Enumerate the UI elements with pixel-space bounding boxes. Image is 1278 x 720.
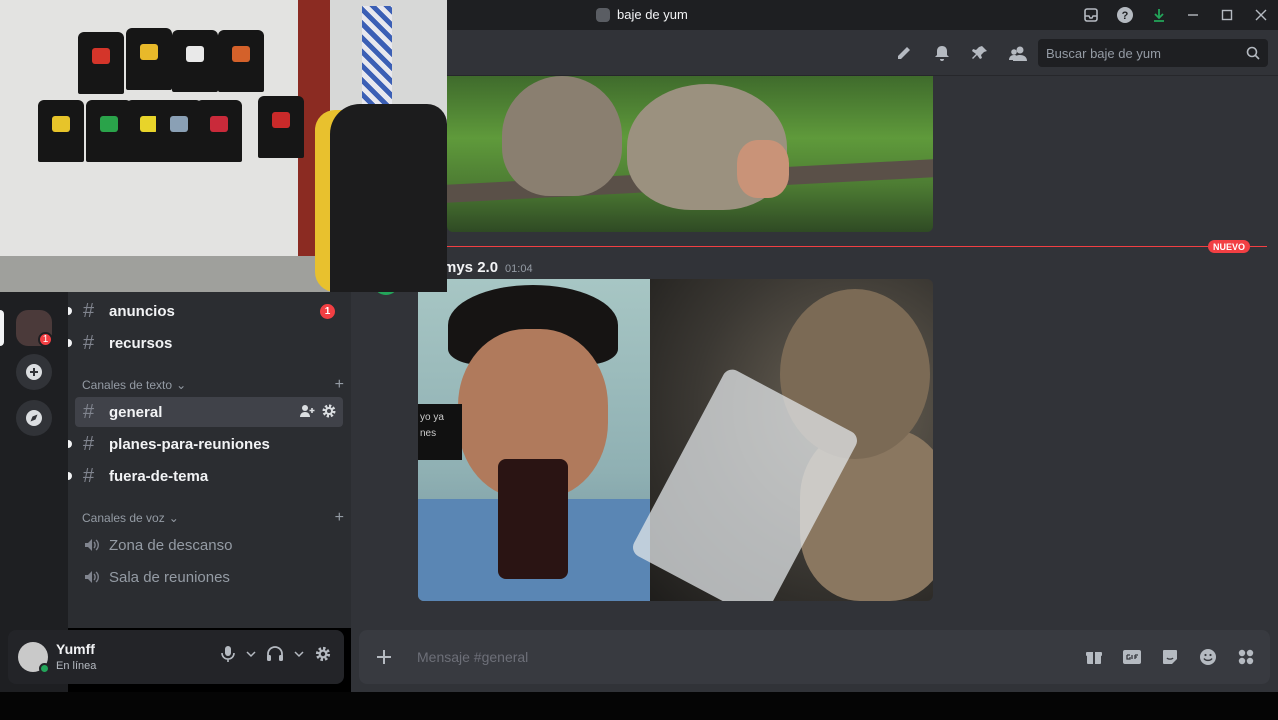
threads-icon[interactable]	[892, 42, 916, 64]
taskbar-strip	[0, 692, 1278, 720]
search-box[interactable]	[1038, 39, 1268, 67]
members-icon[interactable]	[1006, 42, 1030, 64]
category-label: Canales de texto	[82, 378, 173, 392]
channel-recursos[interactable]: # recursos	[68, 328, 343, 358]
message-author[interactable]: mys 2.0	[443, 259, 498, 276]
image-attachment-monkeys[interactable]	[447, 76, 933, 232]
image-attachment-meme[interactable]: yo ya nes	[418, 279, 933, 601]
inbox-icon[interactable]	[1074, 0, 1108, 30]
caption-line-2: nes	[420, 428, 437, 439]
category-voice-channels[interactable]: Canales de voz ⌄ +	[82, 509, 344, 527]
close-icon[interactable]	[1244, 0, 1278, 30]
apps-icon[interactable]	[1234, 645, 1258, 669]
new-messages-divider	[447, 246, 1267, 247]
channel-name: planes-para-reuniones	[109, 435, 270, 453]
hash-icon: #	[83, 432, 95, 455]
chevron-down-icon: ⌄	[176, 378, 187, 392]
window-title: baje de yum	[596, 7, 688, 22]
voice-channel-zona-de-descanso[interactable]: Zona de descanso	[75, 530, 343, 560]
caption-line-1: yo ya	[420, 412, 444, 423]
gif-icon[interactable]	[1120, 645, 1144, 669]
channel-name: Zona de descanso	[109, 536, 233, 554]
settings-gear-icon[interactable]	[314, 645, 332, 663]
category-text-channels[interactable]: Canales de texto ⌄ +	[82, 376, 344, 394]
sticker-icon[interactable]	[1158, 645, 1182, 669]
maximize-icon[interactable]	[1210, 0, 1244, 30]
voice-channel-sala-de-reuniones[interactable]: Sala de reuniones	[75, 562, 343, 592]
webcam-overlay	[0, 0, 447, 292]
server-mention-badge: 1	[38, 332, 53, 347]
search-icon	[1246, 46, 1260, 60]
microphone-icon[interactable]	[220, 645, 236, 663]
headphones-icon[interactable]	[266, 645, 284, 663]
hash-icon: #	[83, 299, 95, 322]
new-messages-badge: NUEVO	[1208, 240, 1251, 253]
search-input[interactable]	[1046, 45, 1246, 61]
message-composer[interactable]	[359, 630, 1270, 684]
channel-name: Sala de reuniones	[109, 568, 230, 586]
channel-name: anuncios	[109, 302, 175, 320]
help-icon[interactable]: ?	[1108, 0, 1142, 30]
channel-planes-para-reuniones[interactable]: # planes-para-reuniones	[68, 429, 343, 459]
category-label: Canales de voz	[82, 511, 165, 525]
chat-area: NUEVO mys 2.0 01:04 yo ya nes	[351, 76, 1278, 692]
chevron-down-icon[interactable]	[294, 650, 304, 658]
gift-icon[interactable]	[1082, 645, 1106, 669]
channel-sidebar: # anuncios 1 # recursos Canales de texto…	[68, 292, 351, 628]
add-channel-icon[interactable]: +	[335, 509, 344, 527]
add-attachment-button[interactable]	[371, 644, 397, 670]
user-panel: Yumff En línea	[8, 630, 344, 684]
channel-fuera-de-tema[interactable]: # fuera-de-tema	[68, 461, 343, 491]
gear-icon[interactable]	[321, 403, 337, 419]
minimize-icon[interactable]	[1176, 0, 1210, 30]
channel-general[interactable]: # general	[75, 397, 343, 427]
server-icon	[596, 7, 610, 22]
image-overlay-caption: yo ya nes	[418, 404, 462, 460]
download-icon[interactable]	[1142, 0, 1176, 30]
bell-icon[interactable]	[930, 42, 954, 64]
hash-icon: #	[83, 464, 95, 487]
message-timestamp: 01:04	[505, 263, 533, 275]
active-server-indicator	[0, 310, 4, 346]
chevron-down-icon: ⌄	[168, 511, 179, 525]
pin-icon[interactable]	[968, 42, 992, 64]
online-status-dot	[39, 663, 50, 674]
add-server-button[interactable]	[16, 354, 52, 390]
speaker-icon	[83, 569, 109, 585]
emoji-icon[interactable]	[1196, 645, 1220, 669]
hash-icon: #	[83, 331, 95, 354]
mention-badge: 1	[320, 304, 335, 319]
channel-name: recursos	[109, 334, 173, 352]
discover-button[interactable]	[16, 400, 52, 436]
invite-icon[interactable]	[299, 403, 315, 419]
channel-name: general	[109, 403, 163, 421]
add-channel-icon[interactable]: +	[335, 376, 344, 394]
channel-header	[447, 30, 1278, 76]
user-status: En línea	[56, 660, 97, 672]
message-input[interactable]	[417, 647, 1017, 667]
channel-anuncios[interactable]: # anuncios 1	[68, 296, 343, 326]
window-title-text: baje de yum	[617, 7, 688, 22]
speaker-icon	[83, 537, 109, 553]
hash-icon: #	[83, 400, 95, 423]
svg-text:?: ?	[1122, 10, 1129, 22]
message-header: mys 2.0 01:04	[443, 259, 533, 276]
username[interactable]: Yumff	[56, 641, 95, 657]
channel-name: fuera-de-tema	[109, 467, 209, 485]
chevron-down-icon[interactable]	[246, 650, 256, 658]
